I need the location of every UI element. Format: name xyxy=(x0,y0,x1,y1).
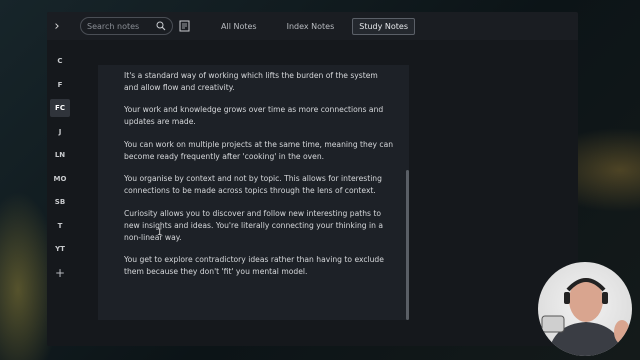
sidebar-item-f[interactable]: F xyxy=(50,76,70,94)
presenter-image xyxy=(541,278,630,356)
sidebar-toggle-button[interactable]: › xyxy=(47,12,67,40)
chevron-right-icon: › xyxy=(54,18,60,34)
sidebar-item-yt[interactable]: YT xyxy=(50,240,70,258)
search-input[interactable] xyxy=(87,21,155,31)
note-paragraph: You get to explore contradictory ideas r… xyxy=(124,255,384,276)
sidebar-item-mo[interactable]: MO xyxy=(50,170,70,188)
note-paragraph: Your work and knowledge grows over time … xyxy=(124,105,384,126)
sidebar-item-t[interactable]: T xyxy=(50,217,70,235)
presenter-webcam xyxy=(538,262,632,356)
sidebar-item-sb[interactable]: SB xyxy=(50,193,70,211)
note-paragraph: Curiosity allows you to discover and fol… xyxy=(124,209,383,242)
edit-note-icon[interactable] xyxy=(179,20,191,32)
sidebar-item-ln[interactable]: LN xyxy=(50,146,70,164)
sidebar-item-j[interactable]: J xyxy=(50,123,70,141)
sidebar-item-c[interactable]: C xyxy=(50,52,70,70)
tab-study-notes[interactable]: Study Notes xyxy=(352,17,415,35)
sidebar: C F FC J LN MO SB T YT + xyxy=(49,52,71,287)
add-folder-button[interactable]: + xyxy=(50,264,70,282)
sidebar-item-fc[interactable]: FC xyxy=(50,99,70,117)
top-toolbar: › All Notes Index Notes Study Notes xyxy=(47,12,578,40)
editor-scrollbar[interactable] xyxy=(406,170,409,320)
note-paragraph: You organise by context and not by topic… xyxy=(124,174,382,195)
i-beam-cursor-icon: I xyxy=(157,228,163,238)
notes-app-window: › All Notes Index Notes Study Notes C F … xyxy=(47,12,578,346)
note-editor[interactable]: It's a standard way of working which lif… xyxy=(98,65,409,320)
tab-index-notes[interactable]: Index Notes xyxy=(281,19,341,34)
note-paragraph: You can work on multiple projects at the… xyxy=(124,140,394,161)
search-icon[interactable] xyxy=(156,21,166,31)
note-paragraph: It's a standard way of working which lif… xyxy=(124,71,378,92)
tab-all-notes[interactable]: All Notes xyxy=(215,19,263,34)
search-box[interactable] xyxy=(80,17,173,35)
